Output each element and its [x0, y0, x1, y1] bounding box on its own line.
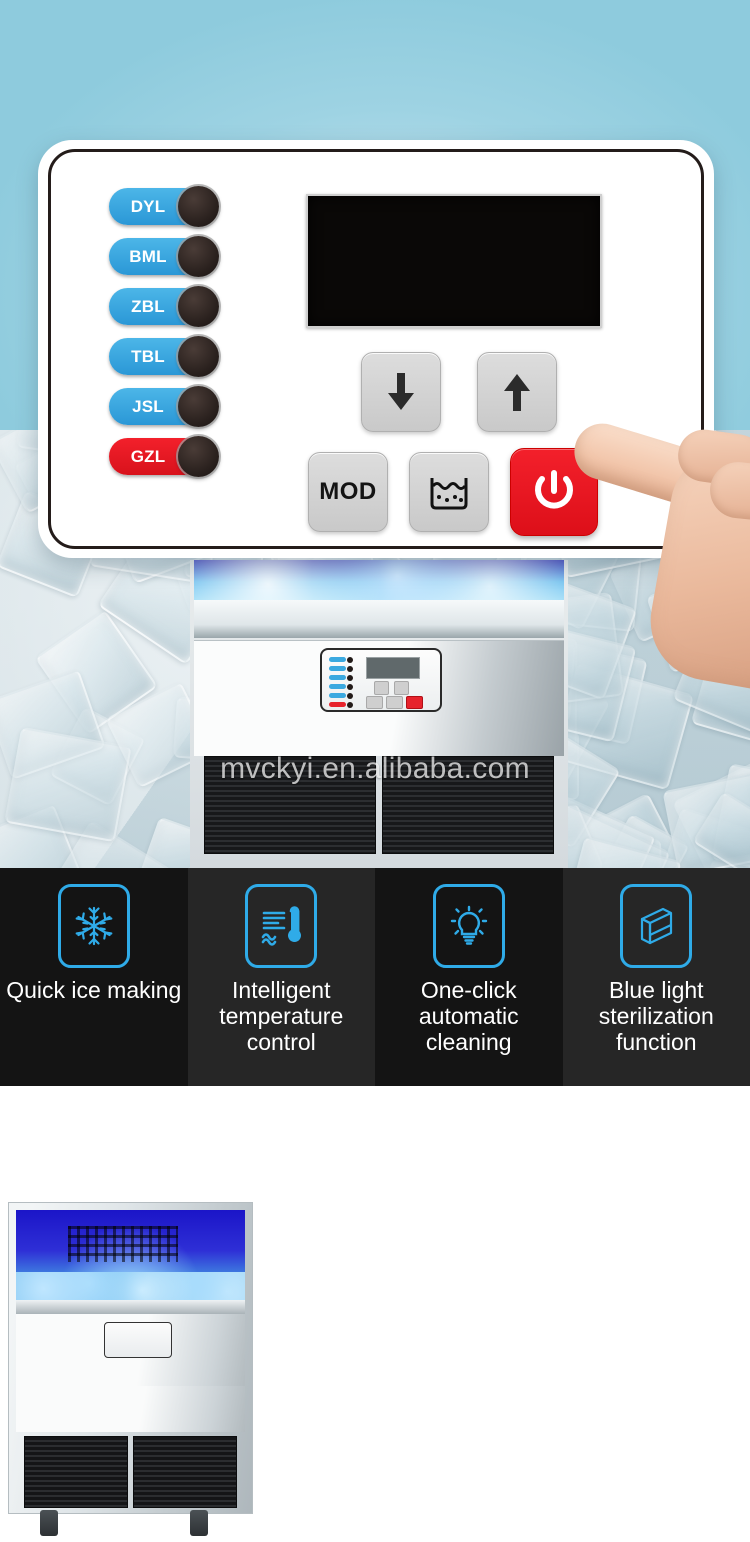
indicator-label: TBL — [131, 346, 165, 366]
mini-dot-2 — [347, 666, 353, 672]
machine-control-panel-inset[interactable] — [320, 648, 442, 712]
ice-cube — [42, 819, 182, 868]
arrow-down-icon — [388, 373, 414, 410]
grille-left — [24, 1436, 128, 1508]
ice-cube — [555, 836, 682, 868]
ice-cube — [597, 813, 690, 868]
mini-dot-4 — [347, 684, 353, 690]
ice-machine-photo — [190, 560, 568, 868]
product-marketing-page: mvckyi.en.alibaba.com DYL BML ZBL TBL JSL GZL — [0, 0, 750, 1542]
features-section: Quick ice making Intelligent temperature… — [0, 868, 750, 1086]
mini-indicator-5 — [329, 693, 346, 698]
lightbulb-icon — [432, 884, 505, 968]
machine-lower-body — [16, 1386, 245, 1432]
feature-blue-light-sterilization: Blue light sterilization function — [562, 868, 750, 1086]
indicator-lamp — [178, 186, 219, 227]
feature-temperature-control: Intelligent temperature control — [187, 868, 375, 1086]
panel-icon — [620, 884, 693, 968]
ventilation-grilles — [24, 1436, 237, 1508]
up-button[interactable] — [477, 352, 557, 432]
mini-dot-6 — [347, 702, 353, 708]
bin-trim-band — [16, 1300, 245, 1314]
mini-indicator-1 — [329, 657, 346, 662]
grille-right — [133, 1436, 237, 1508]
indicator-dyl: DYL — [109, 186, 219, 227]
indicator-light-group: DYL BML ZBL TBL JSL GZL — [109, 186, 229, 488]
wash-button[interactable] — [409, 452, 489, 532]
ice-pile — [16, 1272, 245, 1300]
machine-control-panel-small[interactable] — [104, 1322, 172, 1358]
feature-label: Intelligent temperature control — [219, 977, 344, 1055]
ice-storage-bin — [194, 560, 564, 600]
ice-cube — [568, 838, 664, 868]
bin-trim-band — [194, 600, 564, 638]
arrow-up-icon — [504, 374, 530, 411]
machine-mid-body — [16, 1314, 245, 1387]
ice-machine-exploded-photo — [8, 1202, 253, 1536]
exploded-view-section: High density foaming technology Stainles… — [0, 1086, 750, 1542]
mini-dot-1 — [347, 657, 353, 663]
feature-label: Blue light sterilization function — [598, 977, 714, 1055]
ice-cube — [709, 846, 750, 868]
pointing-hand — [560, 408, 750, 808]
indicator-jsl: JSL — [109, 386, 219, 427]
ice-cube — [34, 609, 158, 736]
evaporator-grid — [68, 1226, 178, 1262]
lcd-display — [306, 194, 602, 328]
hero-section: mvckyi.en.alibaba.com DYL BML ZBL TBL JSL GZL — [0, 0, 750, 868]
mini-lcd-display — [366, 657, 420, 679]
feature-label: Quick ice making — [6, 977, 182, 1003]
ice-cube — [726, 828, 750, 868]
indicator-zbl: ZBL — [109, 286, 219, 327]
machine-foot-left — [40, 1510, 58, 1536]
mod-button[interactable]: MOD — [308, 452, 388, 532]
mini-dot-3 — [347, 675, 353, 681]
indicator-label: GZL — [130, 446, 166, 466]
indicator-label: JSL — [132, 396, 164, 416]
blue-lit-ice-bin — [16, 1210, 245, 1300]
mini-mod-button[interactable] — [366, 696, 383, 709]
indicator-gzl: GZL — [109, 436, 219, 477]
mini-wash-button[interactable] — [386, 696, 403, 709]
indicator-lamp — [178, 386, 219, 427]
water-wash-icon — [430, 478, 468, 510]
indicator-lamp — [178, 236, 219, 277]
thermometer-icon — [245, 884, 318, 968]
ice-cube — [641, 806, 750, 868]
indicator-label: DYL — [130, 196, 166, 216]
mini-up-button[interactable] — [394, 681, 409, 695]
mini-indicator-3 — [329, 675, 346, 680]
indicator-bml: BML — [109, 236, 219, 277]
down-button[interactable] — [361, 352, 441, 432]
mini-dot-5 — [347, 693, 353, 699]
indicator-label: BML — [129, 246, 167, 266]
feature-quick-ice: Quick ice making — [0, 868, 188, 1086]
indicator-lamp — [178, 286, 219, 327]
snowflake-icon — [57, 884, 130, 968]
watermark-text: mvckyi.en.alibaba.com — [220, 752, 530, 785]
indicator-label: ZBL — [131, 296, 165, 316]
indicator-lamp — [178, 336, 219, 377]
mini-indicator-2 — [329, 666, 346, 671]
mod-button-label: MOD — [319, 478, 377, 505]
mini-indicator-4 — [329, 684, 346, 689]
feature-label: One-click automatic cleaning — [418, 977, 519, 1055]
machine-foot-right — [190, 1510, 208, 1536]
mini-down-button[interactable] — [374, 681, 389, 695]
ice-cube — [0, 803, 96, 868]
indicator-lamp — [178, 436, 219, 477]
indicator-tbl: TBL — [109, 336, 219, 377]
mini-indicator-6 — [329, 702, 346, 707]
feature-auto-cleaning: One-click automatic cleaning — [375, 868, 563, 1086]
mini-power-button[interactable] — [406, 696, 423, 709]
